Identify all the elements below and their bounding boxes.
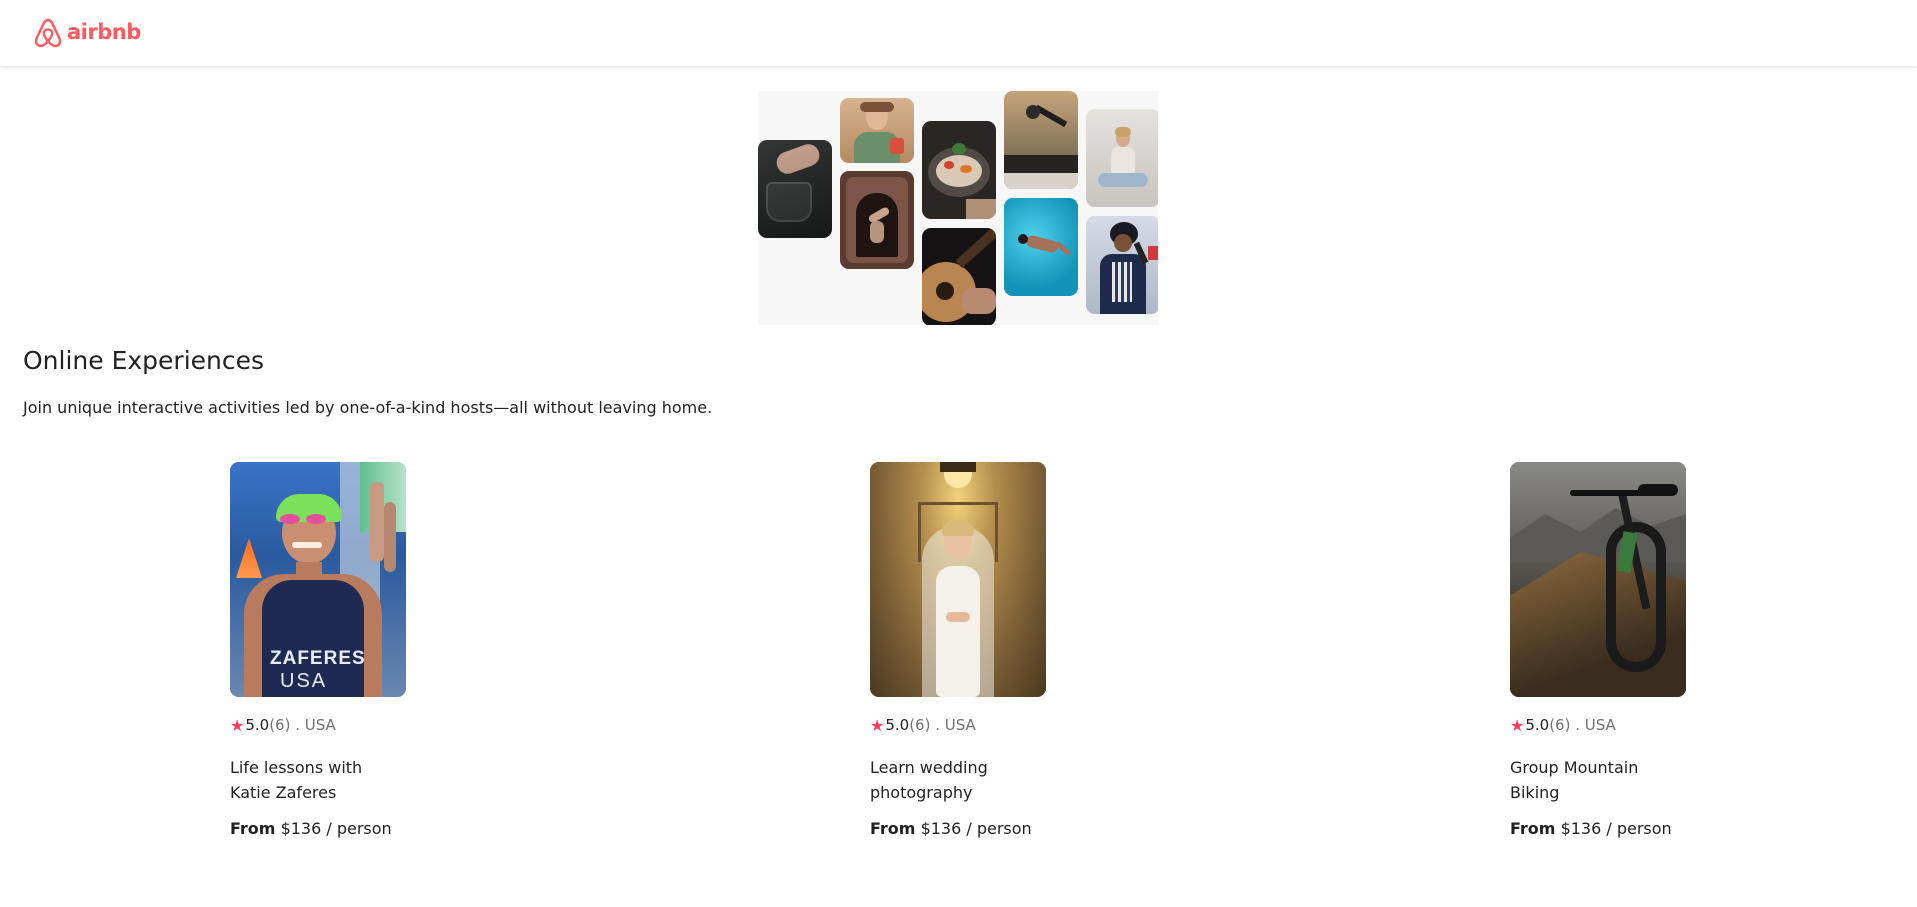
top-navbar: airbnb [0,0,1917,66]
price-unit: / person [966,819,1032,838]
experience-card[interactable]: ZAFERES USA ★ 5.0 (6) . USA Life lessons… [230,462,406,838]
microphone-image [1004,91,1078,189]
swimsuit-lettering: ZAFERES [270,648,366,669]
card-rating: ★ 5.0 (6) . USA [230,715,406,735]
card-price: From $136 / person [1510,819,1686,838]
card-country: USA [1584,716,1616,734]
rating-score: 5.0 [1525,716,1550,734]
review-count: (6) [269,716,291,734]
rating-separator: . [1570,716,1585,734]
experience-card[interactable]: ★ 5.0 (6) . USA Group Mountain Biking Fr… [1510,462,1686,838]
host-portrait-image [840,98,914,163]
brand-name: airbnb [67,20,141,44]
airbnb-logo-link[interactable]: airbnb [33,16,141,48]
guitar-image [922,228,996,325]
food-bowl-image [922,121,996,219]
star-icon: ★ [1510,715,1525,735]
card-rating: ★ 5.0 (6) . USA [1510,715,1686,735]
card-country: USA [944,716,976,734]
price-from-label: From [1510,819,1556,838]
rating-score: 5.0 [885,716,910,734]
section-title: Online Experiences [23,346,265,375]
card-title[interactable]: Group Mountain Biking [1510,755,1686,805]
price-unit: / person [326,819,392,838]
experience-photo-swimmer[interactable]: ZAFERES USA [230,462,406,697]
dancer-doorway-image [840,171,914,269]
star-icon: ★ [230,715,245,735]
price-amount: $136 [280,819,322,838]
review-count: (6) [909,716,931,734]
rating-separator: . [290,716,305,734]
price-amount: $136 [920,819,962,838]
meditation-image [1086,109,1158,207]
price-from-label: From [870,819,916,838]
card-country: USA [304,716,336,734]
experience-photo-bride[interactable] [870,462,1046,697]
rating-score: 5.0 [245,716,270,734]
swimmer-pool-image [1004,198,1078,296]
price-from-label: From [230,819,276,838]
cooking-pot-image [758,140,832,238]
airbnb-belo-icon [34,18,62,48]
experience-card[interactable]: ★ 5.0 (6) . USA Learn wedding photograph… [870,462,1046,838]
rating-separator: . [930,716,945,734]
star-icon: ★ [870,715,885,735]
price-amount: $136 [1560,819,1602,838]
review-count: (6) [1549,716,1571,734]
card-price: From $136 / person [230,819,406,838]
experience-photo-mountain-bike[interactable] [1510,462,1686,697]
swimsuit-lettering-2: USA [280,670,328,692]
hero-collage [758,91,1158,325]
price-unit: / person [1606,819,1672,838]
card-title[interactable]: Life lessons with Katie Zaferes [230,755,406,805]
card-price: From $136 / person [870,819,1046,838]
card-title[interactable]: Learn wedding photography [870,755,1046,805]
section-subtitle: Join unique interactive activities led b… [23,398,713,417]
card-rating: ★ 5.0 (6) . USA [870,715,1046,735]
singer-performer-image [1086,216,1158,314]
